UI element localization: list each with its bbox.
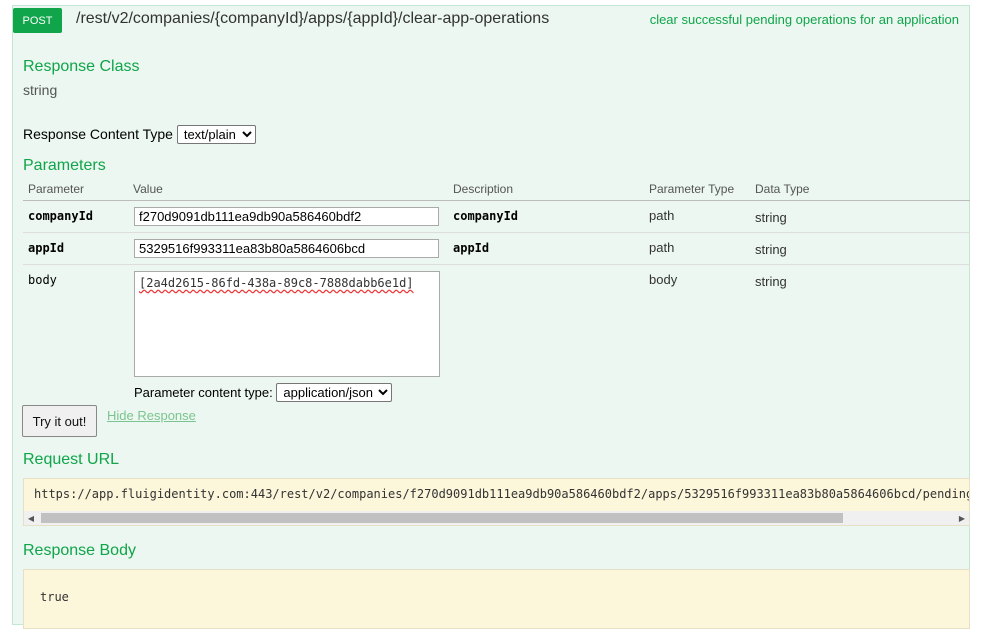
response-content-type-select[interactable]: text/plain xyxy=(176,125,256,144)
param-description: appId xyxy=(453,241,490,255)
response-body-content: true xyxy=(40,590,69,604)
row-divider xyxy=(23,264,970,265)
param-type: path xyxy=(649,240,675,255)
row-divider xyxy=(23,232,970,233)
param-name: companyId xyxy=(28,209,94,223)
col-header-description: Description xyxy=(453,182,514,196)
response-body-box: true xyxy=(23,569,970,629)
response-class-type: string xyxy=(23,82,58,98)
appid-input[interactable] xyxy=(134,239,439,258)
parameter-content-type-label: Parameter content type: xyxy=(134,385,273,400)
request-url-box[interactable]: https://app.fluigidentity.com:443/rest/v… xyxy=(23,478,970,526)
body-textarea-value: [2a4d2615-86fd-438a-89c8-7888dabb6e1d] xyxy=(139,276,414,290)
operation-heading[interactable]: POST /rest/v2/companies/{companyId}/apps… xyxy=(13,6,969,34)
scroll-left-arrow-icon[interactable]: ◀ xyxy=(24,511,38,525)
response-body-title: Response Body xyxy=(23,542,136,559)
param-description: companyId xyxy=(453,209,519,223)
http-method-badge[interactable]: POST xyxy=(13,8,62,33)
response-class-title: Response Class xyxy=(23,58,140,75)
request-url-text[interactable]: https://app.fluigidentity.com:443/rest/v… xyxy=(34,487,969,501)
col-header-data-type: Data Type xyxy=(755,182,810,196)
param-data-type: string xyxy=(755,210,787,225)
hide-response-link[interactable]: Hide Response xyxy=(107,408,196,423)
scroll-right-arrow-icon[interactable]: ▶ xyxy=(955,511,969,525)
horizontal-scrollbar[interactable]: ◀ ▶ xyxy=(24,511,969,525)
col-header-parameter-type: Parameter Type xyxy=(649,182,735,196)
body-textarea[interactable]: [2a4d2615-86fd-438a-89c8-7888dabb6e1d] xyxy=(134,271,440,377)
operation-summary[interactable]: clear successful pending operations for … xyxy=(650,12,959,27)
param-data-type: string xyxy=(755,274,787,289)
scrollbar-thumb[interactable] xyxy=(41,513,843,523)
request-url-title: Request URL xyxy=(23,451,120,468)
col-header-value: Value xyxy=(133,182,163,196)
companyid-input[interactable] xyxy=(134,207,439,226)
col-header-parameter: Parameter xyxy=(28,182,85,196)
response-content-type-label: Response Content Type xyxy=(23,126,173,142)
endpoint-path[interactable]: /rest/v2/companies/{companyId}/apps/{app… xyxy=(76,10,549,28)
param-type: path xyxy=(649,208,675,223)
parameters-title: Parameters xyxy=(23,157,106,174)
param-data-type: string xyxy=(755,242,787,257)
param-name: body xyxy=(28,273,57,287)
param-type: body xyxy=(649,272,678,287)
parameter-content-type-row: Parameter content type: application/json xyxy=(134,383,393,402)
response-content-type-row: Response Content Type text/plain xyxy=(23,125,256,144)
param-name: appId xyxy=(28,241,65,255)
table-header-divider xyxy=(23,200,970,201)
parameter-content-type-select[interactable]: application/json xyxy=(276,383,393,402)
try-it-out-button[interactable]: Try it out! xyxy=(22,405,97,437)
operation-panel: POST /rest/v2/companies/{companyId}/apps… xyxy=(12,5,970,629)
